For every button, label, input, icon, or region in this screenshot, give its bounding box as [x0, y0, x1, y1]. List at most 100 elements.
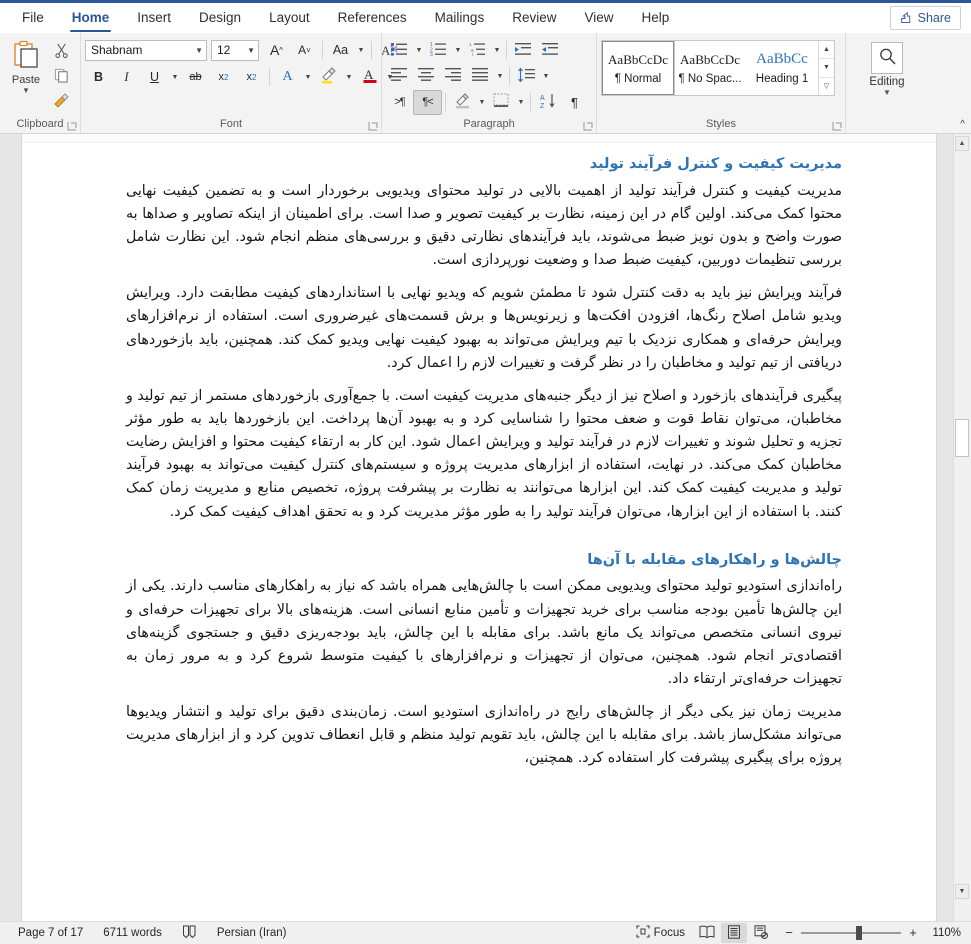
styles-dialog-launcher[interactable]: [832, 121, 843, 132]
chevron-down-icon[interactable]: ▼: [343, 66, 355, 89]
italic-button[interactable]: I: [113, 66, 140, 89]
style-normal[interactable]: AaBbCcDc ¶ Normal: [601, 40, 675, 96]
scroll-down-button[interactable]: ▼: [955, 884, 969, 899]
zoom-level-label[interactable]: 110%: [925, 927, 965, 939]
styles-scroll-up[interactable]: ▲: [819, 41, 834, 58]
scroll-up-button[interactable]: ▲: [955, 136, 969, 151]
styles-more[interactable]: ▽: [819, 76, 834, 95]
cut-button[interactable]: [50, 41, 72, 63]
scrollbar-thumb[interactable]: [955, 419, 969, 457]
increase-indent-button[interactable]: [537, 39, 564, 62]
document-content[interactable]: مدیریت کیفیت و کنترل فرآیند تولید مدیریت…: [126, 154, 842, 773]
collapse-ribbon-button[interactable]: ^: [960, 119, 965, 130]
tab-references[interactable]: References: [324, 3, 421, 33]
page-number-status[interactable]: Page 7 of 17: [8, 923, 93, 943]
paste-button[interactable]: Paste ▼: [4, 38, 48, 113]
subscript-button[interactable]: x2: [210, 66, 237, 89]
format-painter-button[interactable]: [50, 91, 72, 113]
chevron-down-icon[interactable]: ▼: [191, 46, 203, 55]
tab-insert[interactable]: Insert: [123, 3, 185, 33]
font-name-combobox[interactable]: Shabnam ▼: [85, 39, 207, 61]
status-bar: Page 7 of 17 6711 words Persian (Iran) F…: [0, 921, 971, 944]
tab-home[interactable]: Home: [58, 3, 124, 33]
align-left-button[interactable]: [386, 65, 413, 88]
chevron-down-icon[interactable]: ▼: [169, 66, 181, 89]
chevron-down-icon[interactable]: ▼: [243, 46, 255, 55]
zoom-slider[interactable]: [801, 926, 901, 940]
multilevel-list-button[interactable]: 1ai: [464, 39, 491, 62]
tab-help[interactable]: Help: [628, 3, 684, 33]
zoom-out-button[interactable]: −: [783, 926, 795, 939]
rtl-text-direction-button[interactable]: ¶<: [413, 89, 442, 115]
numbering-button[interactable]: 123: [425, 39, 452, 62]
proofing-status[interactable]: [172, 923, 207, 943]
language-status[interactable]: Persian (Iran): [207, 923, 297, 943]
borders-button[interactable]: [488, 91, 515, 114]
clipboard-dialog-launcher[interactable]: [67, 121, 78, 132]
tab-layout[interactable]: Layout: [255, 3, 324, 33]
chevron-down-icon[interactable]: ▼: [491, 39, 503, 62]
font-size-combobox[interactable]: 12 ▼: [211, 39, 259, 61]
read-mode-button[interactable]: [694, 923, 720, 943]
share-button[interactable]: Share: [889, 6, 961, 30]
font-color-button[interactable]: A: [356, 66, 383, 89]
chevron-down-icon[interactable]: ▼: [452, 39, 464, 62]
zoom-slider-thumb[interactable]: [856, 926, 862, 940]
paragraph-dialog-launcher[interactable]: [583, 121, 594, 132]
bold-button[interactable]: B: [85, 66, 112, 89]
highlighter-icon: [320, 67, 338, 87]
tab-review[interactable]: Review: [498, 3, 570, 33]
align-left-icon: [391, 68, 408, 84]
style-no-spacing[interactable]: AaBbCcDc ¶ No Spac...: [674, 41, 746, 95]
tab-design[interactable]: Design: [185, 3, 255, 33]
copy-button[interactable]: [50, 66, 72, 88]
justify-icon: [472, 68, 489, 84]
focus-mode-button[interactable]: Focus: [628, 923, 693, 943]
underline-button[interactable]: U: [141, 66, 168, 89]
ltr-text-direction-button[interactable]: >¶: [386, 91, 413, 114]
chevron-down-icon[interactable]: ▼: [22, 87, 30, 95]
tab-file[interactable]: File: [8, 3, 58, 33]
zoom-control: − + 110%: [775, 926, 965, 940]
chevron-down-icon[interactable]: ▼: [494, 65, 506, 88]
bullets-button[interactable]: [386, 39, 413, 62]
align-center-button[interactable]: [413, 65, 440, 88]
decrease-indent-button[interactable]: [510, 39, 537, 62]
styles-scroll-down[interactable]: ▼: [819, 58, 834, 76]
tab-view[interactable]: View: [570, 3, 627, 33]
chevron-down-icon[interactable]: ▼: [515, 91, 527, 114]
chevron-down-icon[interactable]: ▼: [413, 39, 425, 62]
styles-controls: AaBbCcDc ¶ Normal AaBbCcDc ¶ No Spac... …: [601, 36, 841, 117]
change-case-button[interactable]: Aa: [327, 39, 354, 62]
document-page[interactable]: مدیریت کیفیت و کنترل فرآیند تولید مدیریت…: [22, 134, 936, 921]
chevron-down-icon[interactable]: ▼: [302, 66, 314, 89]
chevron-down-icon[interactable]: ▼: [476, 91, 488, 114]
justify-button[interactable]: [467, 65, 494, 88]
editing-button[interactable]: Editing ▼: [855, 38, 919, 97]
print-layout-button[interactable]: [721, 923, 747, 943]
shrink-font-button[interactable]: A ˅: [291, 39, 318, 62]
font-dialog-launcher[interactable]: [368, 121, 379, 132]
chevron-down-icon[interactable]: ▼: [540, 65, 552, 88]
style-heading-1[interactable]: AaBbCс Heading 1: [746, 41, 818, 95]
shading-button[interactable]: [449, 91, 476, 114]
svg-text:Z: Z: [540, 103, 545, 109]
grow-font-button[interactable]: A ^: [263, 39, 290, 62]
chevron-down-icon[interactable]: ▼: [883, 89, 891, 97]
text-highlight-button[interactable]: [315, 66, 342, 89]
chevron-down-icon[interactable]: ▼: [355, 39, 367, 62]
zoom-in-button[interactable]: +: [907, 926, 919, 939]
sort-button[interactable]: AZ: [534, 91, 561, 114]
web-layout-button[interactable]: [748, 923, 774, 943]
line-spacing-button[interactable]: [513, 65, 540, 88]
vertical-scrollbar[interactable]: ▲ ▼: [953, 134, 971, 921]
word-count-status[interactable]: 6711 words: [93, 923, 172, 943]
text-effects-button[interactable]: A: [274, 66, 301, 89]
align-right-button[interactable]: [440, 65, 467, 88]
show-formatting-marks-button[interactable]: ¶: [561, 91, 588, 114]
superscript-button[interactable]: x2: [238, 66, 265, 89]
font-size-value: 12: [217, 43, 231, 57]
strikethrough-button[interactable]: ab: [182, 66, 209, 89]
ltr-label: ¶: [399, 96, 406, 108]
tab-mailings[interactable]: Mailings: [421, 3, 499, 33]
